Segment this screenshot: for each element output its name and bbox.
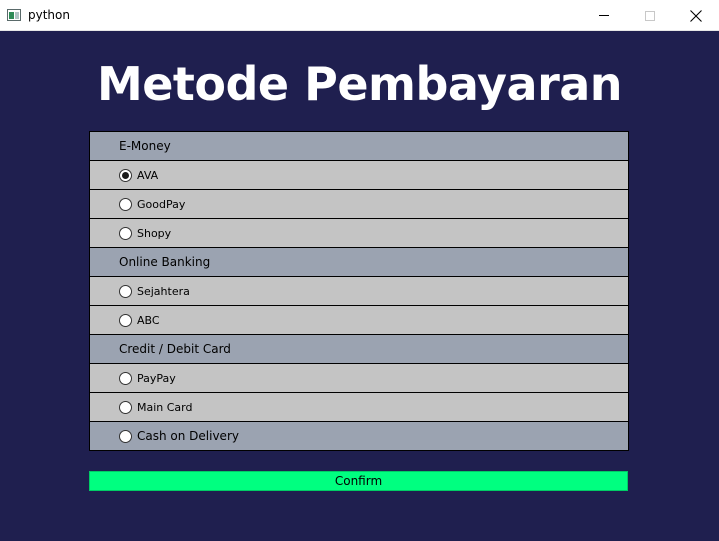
option-label: AVA xyxy=(137,169,159,182)
maximize-button[interactable] xyxy=(627,0,673,31)
group-header-online-banking: Online Banking xyxy=(89,247,629,277)
option-label: Shopy xyxy=(137,227,172,240)
close-button[interactable] xyxy=(673,0,719,31)
group-header-e-money: E-Money xyxy=(89,131,629,161)
minimize-icon xyxy=(599,15,609,16)
minimize-button[interactable] xyxy=(581,0,627,31)
option-label: GoodPay xyxy=(137,198,186,211)
radio-button-selected[interactable] xyxy=(119,169,132,182)
radio-button[interactable] xyxy=(119,227,132,240)
option-cash-on-delivery[interactable]: Cash on Delivery xyxy=(89,421,629,451)
option-label: Cash on Delivery xyxy=(137,429,239,443)
page-title: Metode Pembayaran xyxy=(96,57,623,111)
window-client-area: Metode Pembayaran E-Money AVA GoodPay Sh… xyxy=(0,31,719,541)
option-abc[interactable]: ABC xyxy=(89,305,629,335)
radio-button[interactable] xyxy=(119,314,132,327)
option-sejahtera[interactable]: Sejahtera xyxy=(89,276,629,306)
option-label: ABC xyxy=(137,314,160,327)
radio-button[interactable] xyxy=(119,401,132,414)
group-label: E-Money xyxy=(119,139,171,153)
radio-button[interactable] xyxy=(119,198,132,211)
option-ava[interactable]: AVA xyxy=(89,160,629,190)
window-title: python xyxy=(28,8,70,22)
option-goodpay[interactable]: GoodPay xyxy=(89,189,629,219)
group-header-credit-debit-card: Credit / Debit Card xyxy=(89,334,629,364)
radio-button[interactable] xyxy=(119,430,132,443)
payment-method-list: E-Money AVA GoodPay Shopy Online Banking… xyxy=(89,131,629,451)
radio-button[interactable] xyxy=(119,372,132,385)
confirm-button[interactable]: Confirm xyxy=(89,471,628,491)
group-label: Online Banking xyxy=(119,255,211,269)
option-paypay[interactable]: PayPay xyxy=(89,363,629,393)
option-label: PayPay xyxy=(137,372,176,385)
maximize-icon xyxy=(645,10,655,21)
close-icon xyxy=(690,9,702,22)
python-app-icon xyxy=(7,9,21,21)
option-label: Main Card xyxy=(137,401,193,414)
group-label: Credit / Debit Card xyxy=(119,342,231,356)
option-main-card[interactable]: Main Card xyxy=(89,392,629,422)
radio-button[interactable] xyxy=(119,285,132,298)
option-label: Sejahtera xyxy=(137,285,190,298)
option-shopy[interactable]: Shopy xyxy=(89,218,629,248)
title-bar: python xyxy=(0,0,719,31)
